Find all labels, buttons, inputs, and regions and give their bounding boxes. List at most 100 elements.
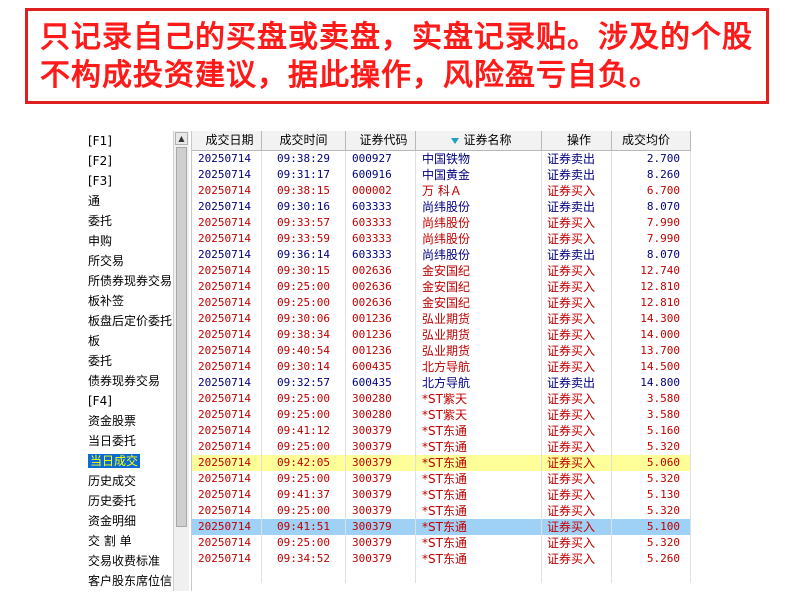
table-row[interactable]: 20250714 09:36:14 603333 尚纬股份 证券卖出 8.070 <box>192 247 691 263</box>
sidebar-item[interactable]: 当日成交 <box>84 451 172 471</box>
sidebar-item[interactable]: 板 <box>84 331 172 351</box>
table-row[interactable]: 20250714 09:30:14 600435 北方导航 证券买入 14.500 <box>192 359 691 375</box>
cell-name: 万 科Ａ <box>416 183 542 199</box>
disclaimer-text: 只记录自己的买盘或卖盘，实盘记录贴。涉及的个股不构成投资建议，据此操作，风险盈亏… <box>40 20 753 93</box>
table-row[interactable]: 20250714 09:32:57 600435 北方导航 证券卖出 14.800 <box>192 375 691 391</box>
cell-time: 09:41:51 <box>262 519 346 535</box>
sidebar-item[interactable]: 历史委托 <box>84 491 172 511</box>
table-row[interactable]: 20250714 09:38:15 000002 万 科Ａ 证券买入 6.700 <box>192 183 691 199</box>
sidebar-item[interactable]: 委托 <box>84 351 172 371</box>
table-row[interactable]: 20250714 09:33:57 603333 尚纬股份 证券买入 7.990 <box>192 215 691 231</box>
sidebar-scrollbar[interactable]: ▲ <box>173 131 189 591</box>
table-row[interactable]: 20250714 09:41:37 300379 *ST东通 证券买入 5.130 <box>192 487 691 503</box>
table-row[interactable]: 20250714 09:25:00 300379 *ST东通 证券买入 5.320 <box>192 535 691 551</box>
table-row[interactable]: 20250714 09:40:54 001236 弘业期货 证券买入 13.700 <box>192 343 691 359</box>
sidebar-item[interactable]: [F3] <box>84 171 172 191</box>
cell-date: 20250714 <box>192 295 262 311</box>
header-time[interactable]: 成交时间 <box>262 131 346 150</box>
cell-time: 09:33:57 <box>262 215 346 231</box>
sidebar-item[interactable]: 资金股票 <box>84 411 172 431</box>
scroll-thumb[interactable] <box>176 147 187 527</box>
sidebar-item[interactable]: [F2] <box>84 151 172 171</box>
sidebar-item-label: 板 <box>88 334 101 348</box>
sidebar-item[interactable]: 债券现券交易 <box>84 371 172 391</box>
cell-date: 20250714 <box>192 375 262 391</box>
cell-code: 002636 <box>346 263 416 279</box>
cell-code: 603333 <box>346 215 416 231</box>
cell-op: 证券买入 <box>542 407 612 423</box>
cell-date: 20250714 <box>192 359 262 375</box>
header-name[interactable]: 证券名称 <box>416 131 542 150</box>
cell-price: 5.260 <box>612 551 691 567</box>
cell-op: 证券买入 <box>542 391 612 407</box>
cell-time: 09:38:15 <box>262 183 346 199</box>
cell-time: 09:42:05 <box>262 455 346 471</box>
sidebar-item-label: 申购 <box>88 234 113 248</box>
cell-time: 09:41:37 <box>262 487 346 503</box>
table-row[interactable]: 20250714 09:38:34 001236 弘业期货 证券买入 14.000 <box>192 327 691 343</box>
sidebar-item[interactable]: [F1] <box>84 131 172 151</box>
sidebar-item-label: 历史成交 <box>88 474 137 488</box>
cell-code: 600916 <box>346 167 416 183</box>
sidebar-item[interactable]: 板盘后定价委托 <box>84 311 172 331</box>
cell-date: 20250714 <box>192 215 262 231</box>
sidebar-item[interactable]: 交易收费标准 <box>84 551 172 571</box>
table-row[interactable]: 20250714 09:25:00 300379 *ST东通 证券买入 5.320 <box>192 471 691 487</box>
table-row[interactable]: 20250714 09:41:51 300379 *ST东通 证券买入 5.100 <box>192 519 691 535</box>
sidebar-item-label: 所债券现券交易 <box>88 274 172 288</box>
cell-op: 证券买入 <box>542 263 612 279</box>
cell-price: 7.990 <box>612 231 691 247</box>
empty-row <box>192 567 691 583</box>
sidebar-item[interactable]: 所交易 <box>84 251 172 271</box>
table-row[interactable]: 20250714 09:31:17 600916 中国黄金 证券卖出 8.260 <box>192 167 691 183</box>
table-row[interactable]: 20250714 09:30:15 002636 金安国纪 证券买入 12.740 <box>192 263 691 279</box>
header-date[interactable]: 成交日期 <box>192 131 262 150</box>
table-row[interactable]: 20250714 09:42:05 300379 *ST东通 证券买入 5.060 <box>192 455 691 471</box>
cell-code: 600435 <box>346 375 416 391</box>
table-row[interactable]: 20250714 09:30:16 603333 尚纬股份 证券卖出 8.070 <box>192 199 691 215</box>
cell-date: 20250714 <box>192 487 262 503</box>
table-row[interactable]: 20250714 09:30:06 001236 弘业期货 证券买入 14.300 <box>192 311 691 327</box>
cell-name: 尚纬股份 <box>416 215 542 231</box>
sort-triangle-icon <box>451 137 460 144</box>
cell-date: 20250714 <box>192 327 262 343</box>
sidebar-item[interactable]: 历史成交 <box>84 471 172 491</box>
table-row[interactable]: 20250714 09:38:29 000927 中国铁物 证券卖出 2.700 <box>192 151 691 167</box>
sidebar-item[interactable]: 委托 <box>84 211 172 231</box>
table-row[interactable]: 20250714 09:25:00 300379 *ST东通 证券买入 5.320 <box>192 503 691 519</box>
sidebar-item[interactable]: 通 <box>84 191 172 211</box>
header-price[interactable]: 成交均价 <box>612 131 691 150</box>
sidebar-item[interactable]: 交 割 单 <box>84 531 172 551</box>
header-code[interactable]: 证券代码 <box>346 131 416 150</box>
cell-price: 2.700 <box>612 151 691 167</box>
sidebar-item[interactable]: [F4] <box>84 391 172 411</box>
sidebar-item[interactable]: 当日委托 <box>84 431 172 451</box>
table-row[interactable]: 20250714 09:25:00 002636 金安国纪 证券买入 12.810 <box>192 279 691 295</box>
cell-name: *ST东通 <box>416 487 542 503</box>
cell-time: 09:40:54 <box>262 343 346 359</box>
cell-code: 300379 <box>346 471 416 487</box>
cell-name: 尚纬股份 <box>416 231 542 247</box>
sidebar-item[interactable]: 申购 <box>84 231 172 251</box>
table-row[interactable]: 20250714 09:25:00 300379 *ST东通 证券买入 5.320 <box>192 439 691 455</box>
cell-price: 5.320 <box>612 471 691 487</box>
sidebar-item[interactable]: 板补签 <box>84 291 172 311</box>
header-op[interactable]: 操作 <box>542 131 612 150</box>
cell-name: *ST东通 <box>416 439 542 455</box>
cell-price: 7.990 <box>612 215 691 231</box>
table-row[interactable]: 20250714 09:41:12 300379 *ST东通 证券买入 5.160 <box>192 423 691 439</box>
table-row[interactable]: 20250714 09:25:00 002636 金安国纪 证券买入 12.810 <box>192 295 691 311</box>
table-row[interactable]: 20250714 09:25:00 300280 *ST紫天 证券买入 3.580 <box>192 407 691 423</box>
sidebar-item[interactable]: 所债券现券交易 <box>84 271 172 291</box>
cell-date: 20250714 <box>192 439 262 455</box>
sidebar-item[interactable]: 资金明细 <box>84 511 172 531</box>
cell-price: 8.260 <box>612 167 691 183</box>
table-row[interactable]: 20250714 09:25:00 300280 *ST紫天 证券买入 3.580 <box>192 391 691 407</box>
scroll-up-arrow-icon[interactable]: ▲ <box>175 132 188 145</box>
cell-date: 20250714 <box>192 551 262 567</box>
table-row[interactable]: 20250714 09:34:52 300379 *ST东通 证券买入 5.260 <box>192 551 691 567</box>
table-row[interactable]: 20250714 09:33:59 603333 尚纬股份 证券买入 7.990 <box>192 231 691 247</box>
sidebar-item[interactable]: 客户股东席位信息 <box>84 571 172 591</box>
cell-op: 证券买入 <box>542 455 612 471</box>
cell-op: 证券买入 <box>542 551 612 567</box>
